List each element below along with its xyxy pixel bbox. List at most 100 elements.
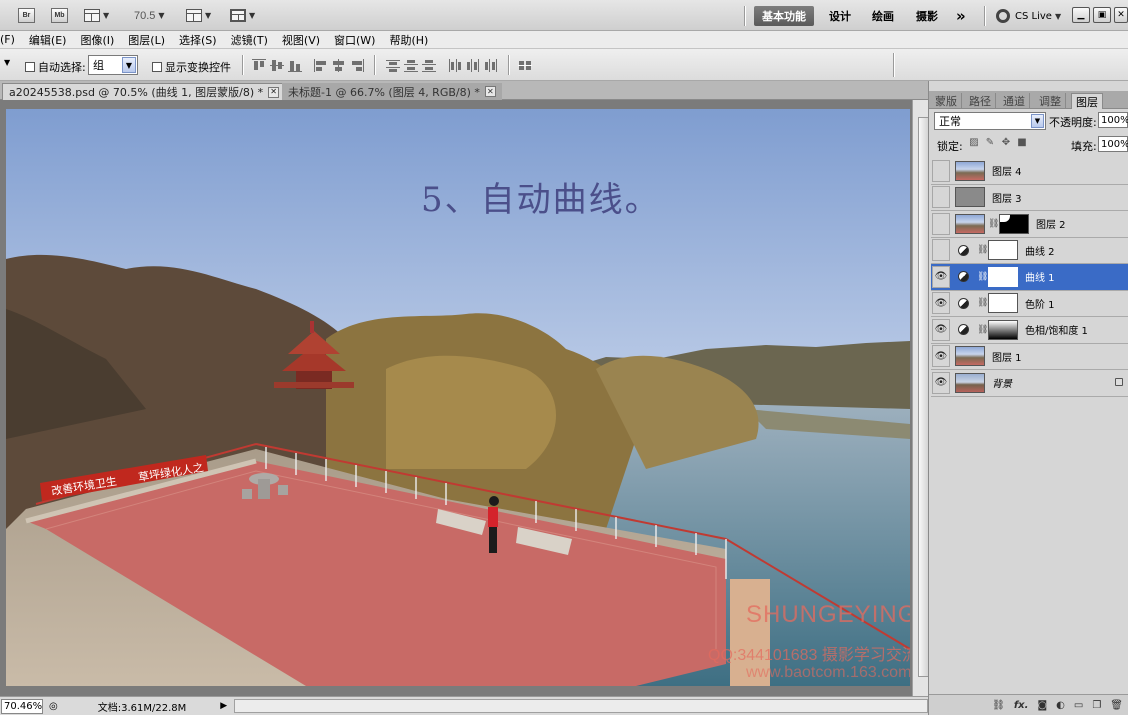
tab-document-untitled[interactable]: 未标题-1 @ 66.7% (图层 4, RGB/8) * ✕ — [282, 83, 502, 100]
distribute-bottom-icon[interactable] — [422, 59, 436, 72]
more-workspaces-button[interactable]: » — [956, 6, 966, 26]
status-menu-icon[interactable]: ▶ — [220, 701, 227, 711]
group-icon[interactable]: ▭ — [1074, 700, 1083, 711]
layer-row[interactable]: 👁 图层 1 — [931, 344, 1128, 370]
mask-icon[interactable]: ◙ — [1037, 700, 1047, 711]
layer-mask-thumbnail[interactable] — [988, 319, 1018, 340]
auto-select-checkbox[interactable]: 自动选择: — [25, 59, 86, 75]
tool-preset-dropdown[interactable]: ▼ — [4, 58, 10, 67]
align-vcenter-icon[interactable] — [270, 59, 284, 72]
layer-row[interactable]: 图层 4 — [931, 158, 1128, 185]
document-canvas-area[interactable]: 改善环境卫生 草坪绿化人之 5、自动曲线。 SHUNGEYINGXIANG — [0, 100, 929, 696]
mini-bridge-button[interactable]: Mb — [51, 6, 68, 25]
blend-mode-dropdown[interactable]: 正常 ▼ — [934, 112, 1046, 130]
horizontal-scrollbar[interactable] — [234, 699, 928, 713]
close-tab-icon[interactable]: ✕ — [484, 86, 496, 97]
menu-select[interactable]: 选择(S) — [172, 32, 224, 48]
layer-row[interactable]: 👁 ⛓ 色相/饱和度 1 — [931, 317, 1128, 344]
cs-live-button[interactable]: CS Live ▼ — [996, 7, 1061, 25]
menu-filter[interactable]: 滤镜(T) — [224, 32, 275, 48]
eye-icon: 👁 — [934, 324, 948, 336]
zoom-input[interactable]: 70.46% — [1, 698, 43, 714]
visibility-toggle[interactable] — [932, 239, 950, 262]
tab-adjustments[interactable]: 调整 — [1035, 93, 1066, 109]
link-icon: ⛓ — [977, 298, 989, 309]
workspace-painting[interactable]: 绘画 — [872, 6, 894, 26]
canvas-title-text: 5、自动曲线。 — [421, 180, 661, 220]
workspace-essentials[interactable]: 基本功能 — [754, 6, 814, 26]
lock-position-icon[interactable]: ✥ — [1001, 138, 1011, 148]
close-button[interactable]: ✕ — [1114, 7, 1128, 23]
visibility-toggle[interactable]: 👁 — [932, 318, 950, 341]
align-top-icon[interactable] — [252, 59, 266, 72]
layer-mask-thumbnail[interactable] — [988, 240, 1018, 261]
tab-document-active[interactable]: a20245538.psd @ 70.5% (曲线 1, 图层蒙版/8) * ✕ — [2, 83, 287, 100]
align-right-icon[interactable] — [350, 59, 364, 72]
distribute-left-icon[interactable] — [448, 59, 462, 72]
restore-button[interactable]: ▣ — [1093, 7, 1111, 23]
distribute-right-icon[interactable] — [484, 59, 498, 72]
menu-layer[interactable]: 图层(L) — [121, 32, 172, 48]
status-info-icon[interactable]: ◎ — [49, 701, 58, 712]
tab-masks[interactable]: 蒙版 — [931, 93, 962, 109]
tab-paths[interactable]: 路径 — [965, 93, 996, 109]
menu-view[interactable]: 视图(V) — [275, 32, 327, 48]
distribute-top-icon[interactable] — [386, 59, 400, 72]
align-left-icon[interactable] — [314, 59, 328, 72]
visibility-toggle[interactable]: 👁 — [932, 292, 950, 315]
align-hcenter-icon[interactable] — [332, 59, 346, 72]
layer-mask-thumbnail[interactable] — [988, 266, 1018, 287]
eye-icon: 👁 — [934, 297, 948, 309]
link-icon[interactable]: ⛓ — [992, 700, 1005, 711]
show-transform-checkbox[interactable]: 显示变换控件 — [152, 59, 231, 75]
lock-transparency-icon[interactable]: ▨ — [969, 138, 979, 148]
trash-icon[interactable]: 🗑 — [1110, 700, 1123, 711]
screen-mode-button[interactable]: ▼ — [230, 6, 255, 25]
auto-align-layers-icon[interactable] — [518, 59, 532, 72]
layer-row[interactable]: ⛓ 曲线 2 — [931, 238, 1128, 264]
layer-row[interactable]: 👁 ⛓ 色阶 1 — [931, 291, 1128, 317]
close-tab-icon[interactable]: ✕ — [268, 86, 280, 98]
align-bottom-icon[interactable] — [288, 59, 302, 72]
zoom-level-dropdown[interactable]: 70.5 ▼ — [134, 6, 165, 25]
visibility-toggle[interactable] — [932, 186, 950, 209]
distribute-hcenter-icon[interactable] — [466, 59, 480, 72]
visibility-toggle[interactable] — [932, 212, 950, 235]
canvas-photo[interactable]: 改善环境卫生 草坪绿化人之 5、自动曲线。 SHUNGEYINGXIANG — [6, 109, 910, 686]
view-extras-button[interactable]: ▼ — [84, 6, 109, 25]
separator — [893, 53, 895, 77]
menu-file[interactable]: (F) — [0, 33, 22, 46]
visibility-toggle[interactable] — [932, 159, 950, 182]
layer-row[interactable]: ⛓ 图层 2 — [931, 211, 1128, 238]
workspace-photography[interactable]: 摄影 — [916, 6, 938, 26]
arrange-documents-button[interactable]: ▼ — [186, 6, 211, 25]
lock-all-icon[interactable]: ■ — [1017, 138, 1027, 148]
layer-row[interactable]: 👁 背景 — [931, 370, 1128, 397]
bridge-button[interactable]: Br — [18, 6, 35, 25]
fill-input[interactable]: 100% — [1098, 136, 1128, 152]
tab-channels[interactable]: 通道 — [999, 93, 1030, 109]
adjustment-icon[interactable]: ◐ — [1056, 700, 1065, 711]
workspace-design[interactable]: 设计 — [829, 6, 851, 26]
lock-pixels-icon[interactable]: ✎ — [985, 138, 995, 148]
fx-icon[interactable]: fx. — [1014, 700, 1029, 711]
distribute-vcenter-icon[interactable] — [404, 59, 418, 72]
auto-select-target-dropdown[interactable]: 组 ▼ — [88, 55, 138, 75]
layer-row-selected[interactable]: 👁 ⛓ 曲线 1 — [931, 264, 1128, 291]
minimize-button[interactable]: ▁ — [1072, 7, 1090, 23]
layer-row[interactable]: 图层 3 — [931, 185, 1128, 211]
new-layer-icon[interactable]: ❐ — [1092, 700, 1101, 711]
layer-mask-thumbnail[interactable] — [999, 213, 1029, 234]
separator — [242, 55, 244, 75]
tab-layers[interactable]: 图层 — [1071, 93, 1103, 109]
menu-window[interactable]: 窗口(W) — [327, 32, 382, 48]
menu-help[interactable]: 帮助(H) — [382, 32, 435, 48]
menu-edit[interactable]: 编辑(E) — [22, 32, 74, 48]
menu-image[interactable]: 图像(I) — [73, 32, 121, 48]
vertical-scrollbar[interactable] — [912, 100, 929, 696]
visibility-toggle[interactable]: 👁 — [932, 371, 950, 394]
visibility-toggle[interactable]: 👁 — [932, 345, 950, 368]
layer-mask-thumbnail[interactable] — [988, 293, 1018, 314]
visibility-toggle[interactable]: 👁 — [932, 265, 950, 288]
opacity-input[interactable]: 100% — [1098, 112, 1128, 128]
